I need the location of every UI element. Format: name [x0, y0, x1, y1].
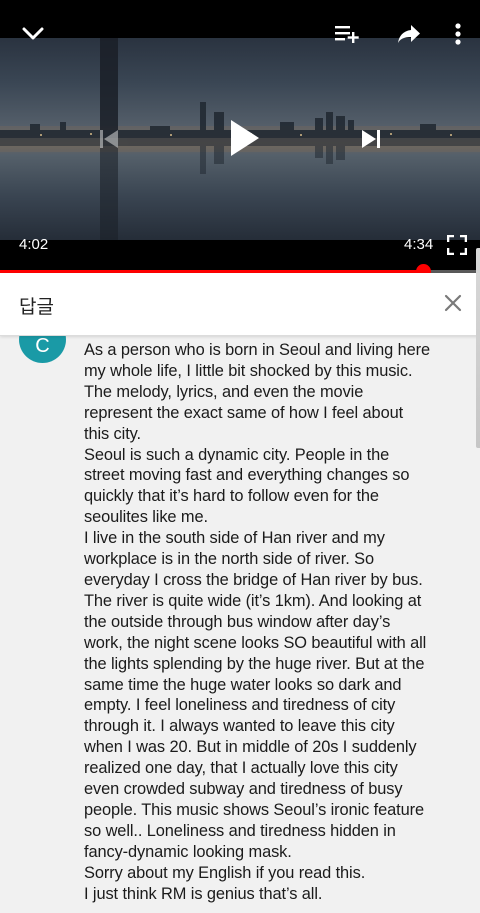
comment-line: I just think RM is genius that’s all. [84, 884, 323, 903]
avatar[interactable]: C [19, 335, 66, 363]
comment-thread: C As a person who is born in Seoul and l… [0, 335, 480, 913]
comment-line: through it. I always wanted to leave thi… [84, 717, 395, 736]
comment-line: street moving fast and everything change… [84, 466, 410, 485]
comment-line: the lights splending by the huge river. … [84, 654, 425, 673]
comment-line: when I was 20. But in middle of 20s I su… [84, 738, 417, 757]
close-icon[interactable] [440, 290, 466, 316]
share-icon[interactable] [394, 20, 424, 48]
avatar-letter: C [35, 335, 50, 357]
reply-panel-title: 답글 [19, 297, 54, 318]
comment-line: Sorry about my English if you read this. [84, 863, 366, 882]
comment-line: As a person who is born in Seoul and liv… [84, 341, 430, 359]
comment-body: As a person who is born in Seoul and liv… [84, 340, 470, 904]
comment-line: so well.. Loneliness and tiredness hidde… [84, 821, 396, 840]
comment-line: seoulites like me. [84, 508, 208, 527]
player-topbar [0, 0, 480, 45]
comment-line: people. This music shows Seoul’s ironic … [84, 800, 424, 819]
current-time: 4:02 [19, 236, 49, 253]
comment-line: quickly that it’s hard to follow even fo… [84, 487, 379, 506]
comment-line: empty. I feel loneliness and tiredness o… [84, 696, 396, 715]
comment-line: realized one day, that I actually love t… [84, 759, 398, 778]
comment-line: my whole life, I little bit shocked by t… [84, 361, 413, 380]
chevron-down-icon[interactable] [18, 20, 48, 48]
comment-line: this city. [84, 424, 141, 443]
comment-line: same time the huge water looks so dark a… [84, 675, 402, 694]
fullscreen-icon[interactable] [444, 232, 470, 258]
comment-line: everyday I cross the bridge of Han river… [84, 570, 423, 589]
play-icon[interactable] [222, 116, 266, 160]
reply-panel-header: 답글 [0, 273, 480, 336]
comment-line: I live in the south side of Han river an… [84, 529, 385, 548]
comment-line: Seoul is such a dynamic city. People in … [84, 445, 390, 464]
duration: 4:34 [404, 236, 434, 253]
skip-previous-icon[interactable] [94, 124, 124, 154]
scrollbar[interactable] [476, 248, 480, 448]
more-vert-icon[interactable] [448, 20, 468, 48]
comment-line: work, the night scene looks SO beautiful… [84, 633, 427, 652]
comment-line: even crowded subway and tiredness of bus… [84, 780, 403, 799]
comment-line: fancy-dynamic looking mask. [84, 842, 292, 861]
skip-next-icon[interactable] [356, 124, 386, 154]
comment-line: represent the exact same of how I feel a… [84, 403, 404, 422]
playlist-add-icon[interactable] [332, 20, 362, 48]
comment-line: workplace is in the north side of river.… [84, 550, 374, 569]
comment-line: The melody, lyrics, and even the movie [84, 382, 364, 401]
comment-line: The river is quite wide (it’s 1km). And … [84, 591, 422, 610]
comment-line: the outside through bus window after day… [84, 612, 391, 631]
video-player[interactable]: 4:02 4:34 [0, 0, 480, 272]
